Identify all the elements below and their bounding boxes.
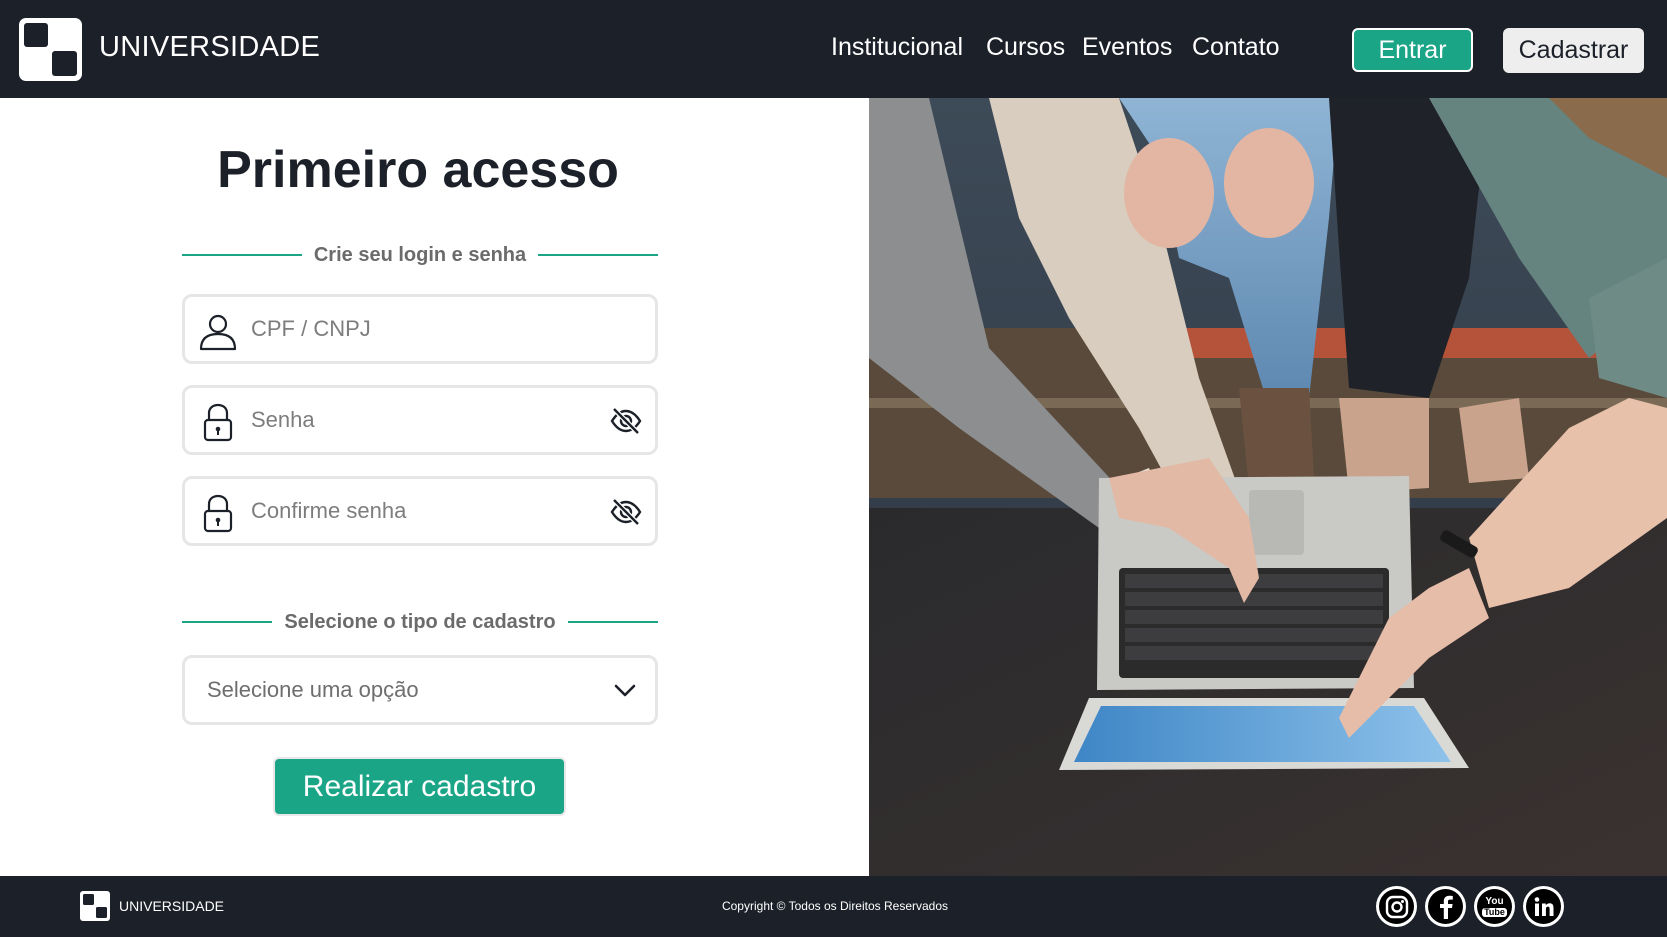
chevron-down-icon bbox=[614, 684, 636, 697]
copyright-text: Copyright © Todos os Direitos Reservados bbox=[721, 899, 949, 913]
page-title: Primeiro acesso bbox=[217, 141, 619, 199]
brand-name[interactable]: UNIVERSIDADE bbox=[99, 31, 320, 64]
facebook-icon bbox=[1428, 889, 1463, 924]
lock-icon bbox=[203, 403, 233, 442]
instagram-link[interactable] bbox=[1376, 886, 1417, 927]
university-logo-icon[interactable] bbox=[19, 18, 82, 81]
registration-type-select[interactable]: Selecione uma opção bbox=[182, 655, 658, 725]
youtube-icon: You Tube bbox=[1477, 889, 1512, 924]
nav-link-eventos[interactable]: Eventos bbox=[1082, 33, 1172, 62]
footer: UNIVERSIDADE Copyright © Todos os Direit… bbox=[0, 876, 1667, 937]
footer-brand-name[interactable]: UNIVERSIDADE bbox=[119, 898, 224, 914]
youtube-link[interactable]: You Tube bbox=[1474, 886, 1515, 927]
linkedin-link[interactable] bbox=[1523, 886, 1564, 927]
select-value: Selecione uma opção bbox=[207, 677, 419, 702]
document-field[interactable] bbox=[182, 294, 658, 364]
divider-line bbox=[567, 621, 658, 623]
password-input[interactable] bbox=[251, 388, 591, 452]
section-label-type: Selecione o tipo de cadastro bbox=[284, 610, 556, 633]
instagram-icon bbox=[1379, 889, 1414, 924]
youtube-you-text: You bbox=[1485, 895, 1504, 907]
eye-off-icon[interactable] bbox=[609, 496, 643, 528]
youtube-tube-text: Tube bbox=[1482, 906, 1507, 917]
submit-registration-button[interactable]: Realizar cadastro bbox=[273, 757, 566, 816]
nav-link-institucional[interactable]: Institucional bbox=[831, 33, 963, 62]
divider-line bbox=[182, 254, 302, 256]
section-divider-type: Selecione o tipo de cadastro bbox=[182, 610, 658, 633]
document-input[interactable] bbox=[251, 297, 591, 361]
eye-off-icon[interactable] bbox=[609, 405, 643, 437]
linkedin-icon bbox=[1526, 889, 1561, 924]
facebook-link[interactable] bbox=[1425, 886, 1466, 927]
user-icon bbox=[199, 314, 237, 351]
section-divider-login: Crie seu login e senha bbox=[182, 243, 659, 266]
nav-link-cursos[interactable]: Cursos bbox=[986, 33, 1065, 62]
top-navbar: UNIVERSIDADE Institucional Cursos Evento… bbox=[0, 0, 1667, 98]
students-laptop-photo bbox=[869, 98, 1667, 876]
confirm-password-field[interactable] bbox=[182, 476, 658, 546]
university-logo-icon[interactable] bbox=[80, 891, 110, 921]
divider-line bbox=[538, 254, 659, 256]
lock-icon bbox=[203, 494, 233, 533]
password-field[interactable] bbox=[182, 385, 658, 455]
login-button[interactable]: Entrar bbox=[1352, 28, 1473, 72]
confirm-password-input[interactable] bbox=[251, 479, 591, 543]
nav-link-contato[interactable]: Contato bbox=[1192, 33, 1280, 62]
divider-line bbox=[182, 621, 273, 623]
section-label-login: Crie seu login e senha bbox=[313, 243, 527, 266]
signup-button[interactable]: Cadastrar bbox=[1503, 28, 1644, 73]
